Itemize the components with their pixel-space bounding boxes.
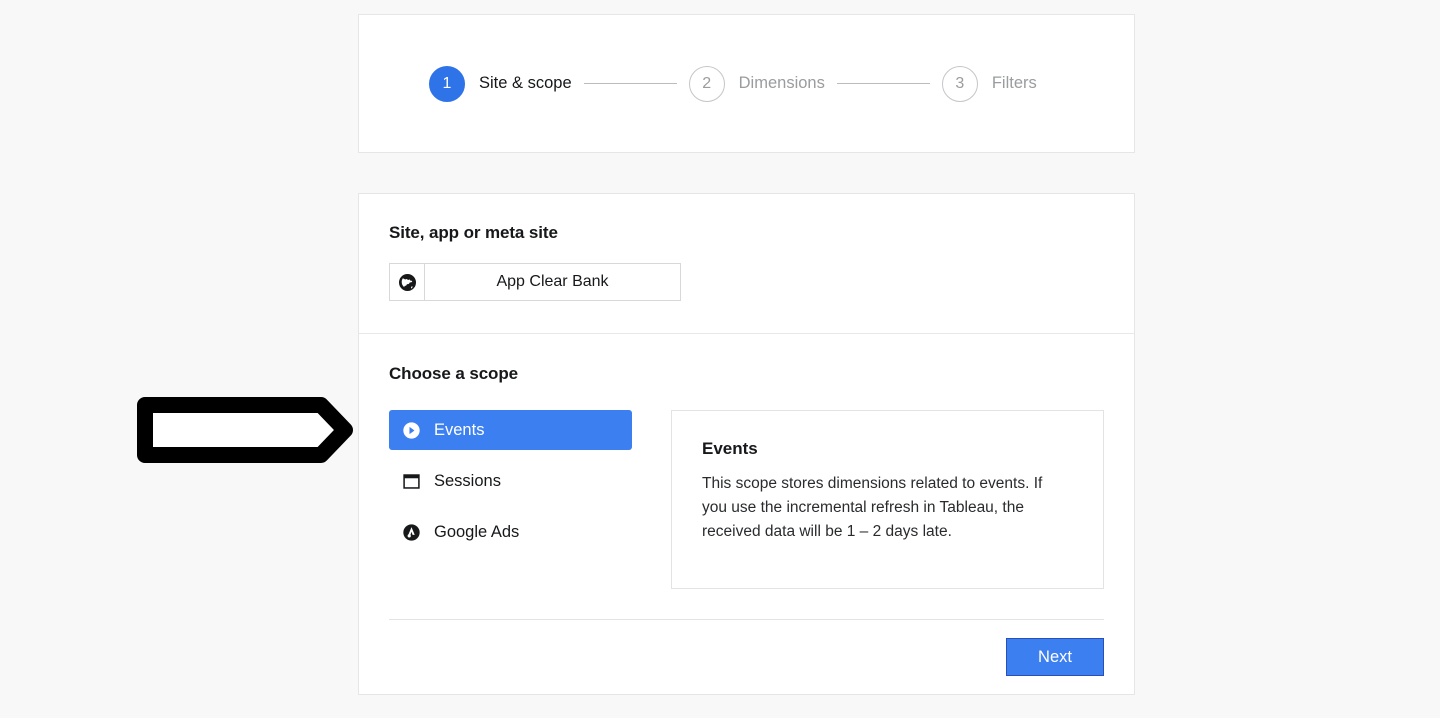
- stepper-connector-1: [583, 83, 677, 84]
- stepper-step-3-label: Filters: [991, 74, 1037, 92]
- scope-option-google-ads-label: Google Ads: [434, 522, 520, 541]
- card-footer: Next: [359, 620, 1134, 676]
- wizard-card: Site, app or meta site App Clear Bank Ch…: [358, 193, 1135, 695]
- globe-icon: [389, 263, 425, 301]
- stepper-step-1-bullet: 1: [429, 65, 465, 102]
- window-icon: [401, 471, 421, 491]
- stepper-step-2[interactable]: 2 Dimensions: [688, 65, 825, 102]
- scope-option-events[interactable]: Events: [389, 410, 632, 450]
- stepper-step-2-bullet: 2: [688, 65, 725, 102]
- site-section-title: Site, app or meta site: [389, 223, 558, 242]
- stepper-step-1[interactable]: 1 Site & scope: [429, 65, 572, 102]
- play-circle-icon: [401, 420, 421, 440]
- stepper-step-3[interactable]: 3 Filters: [941, 65, 1037, 102]
- stepper-connector-2: [836, 83, 930, 84]
- scope-section: Choose a scope Events Sessions Google Ad…: [359, 334, 1134, 589]
- scope-option-sessions-label: Sessions: [434, 471, 501, 490]
- scope-section-title: Choose a scope: [389, 364, 518, 383]
- stepper-step-3-bullet: 3: [941, 65, 978, 102]
- scope-body: Events Sessions Google Ads Events This s…: [389, 410, 1104, 589]
- site-selector-value[interactable]: App Clear Bank: [425, 263, 681, 301]
- stepper-step-3-number: 3: [955, 74, 965, 92]
- stepper-step-2-number: 2: [702, 74, 712, 92]
- google-ads-icon: [401, 522, 421, 542]
- stepper-card: 1 Site & scope 2 Dimensions 3 Filters: [358, 14, 1135, 153]
- stepper-step-2-label: Dimensions: [738, 74, 825, 92]
- stepper: 1 Site & scope 2 Dimensions 3 Filters: [429, 15, 1037, 152]
- stepper-step-1-label: Site & scope: [479, 74, 572, 92]
- site-section: Site, app or meta site App Clear Bank: [359, 194, 1134, 333]
- scope-info-panel: Events This scope stores dimensions rela…: [671, 410, 1104, 589]
- scope-option-google-ads[interactable]: Google Ads: [389, 512, 632, 552]
- scope-info-title: Events: [702, 439, 758, 458]
- next-button[interactable]: Next: [1006, 638, 1104, 676]
- scope-option-events-label: Events: [434, 420, 485, 439]
- scope-option-sessions[interactable]: Sessions: [389, 461, 632, 501]
- site-selector-field[interactable]: App Clear Bank: [389, 263, 681, 301]
- annotation-right-arrow-icon: [133, 393, 357, 467]
- scope-info-text: This scope stores dimensions related to …: [702, 475, 1043, 540]
- stepper-step-1-number: 1: [442, 74, 452, 92]
- scope-option-list: Events Sessions Google Ads: [389, 410, 632, 563]
